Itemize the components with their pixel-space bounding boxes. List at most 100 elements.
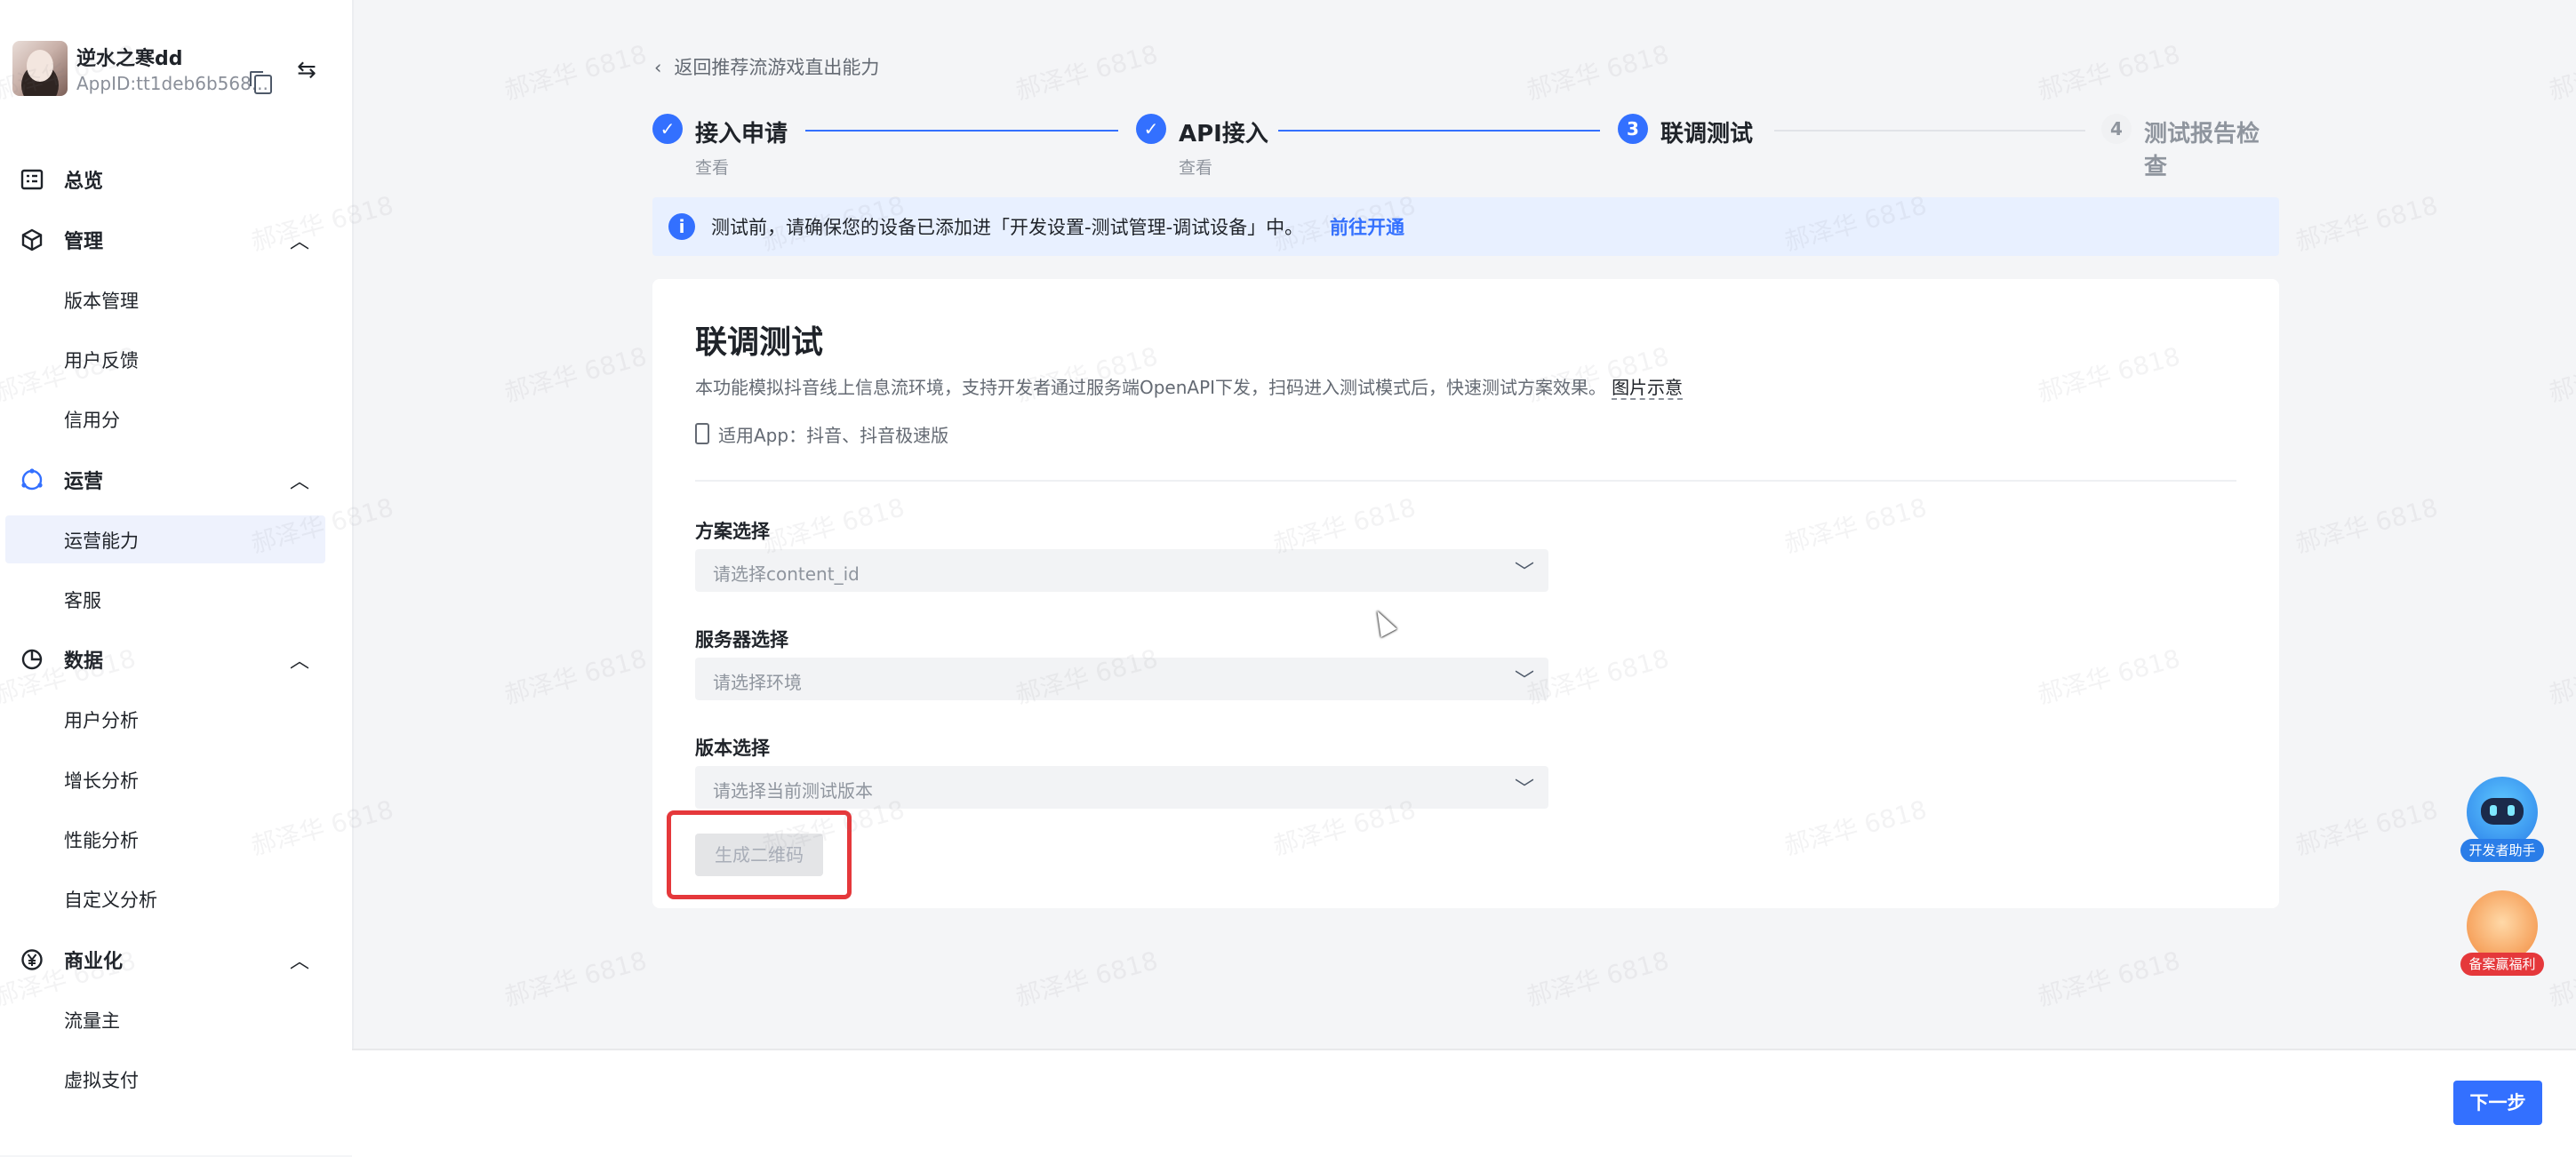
pie-chart-icon [21, 649, 43, 670]
select-placeholder: 请选择环境 [713, 672, 802, 693]
sidebar-item-label: 运营能力 [64, 531, 139, 552]
sidebar-group-operation[interactable]: 运营 ︿ [0, 455, 352, 505]
watermark-text: 郝泽华 6818 [500, 39, 651, 106]
watermark-text: 郝泽华 6818 [1523, 39, 1673, 106]
sidebar-item-traffic-master[interactable]: 流量主 [5, 995, 325, 1043]
sidebar-group-data[interactable]: 数据 ︿ [0, 634, 352, 684]
gift-widget[interactable]: 备案赢福利 [2460, 890, 2544, 976]
assistant-label: 开发者助手 [2460, 839, 2544, 862]
stepper: ✓ 接入申请 查看 ✓ API接入 查看 3 联调测试 4 测试报告检查 [652, 112, 2279, 183]
account-switcher[interactable]: 逆水之寒dd AppID:tt1deb6b568... ⇆ [12, 41, 341, 103]
field-label: 版本选择 [695, 738, 770, 759]
sidebar-item-label: 信用分 [64, 410, 120, 431]
sidebar-item-custom-analysis[interactable]: 自定义分析 [5, 874, 325, 922]
developer-assistant-widget[interactable]: 开发者助手 [2460, 777, 2544, 862]
watermark-text: 郝泽华 6818 [1012, 946, 1162, 1012]
back-link-label: 返回推荐流游戏直出能力 [674, 57, 880, 78]
sidebar-item-customer-service[interactable]: 客服 [5, 575, 325, 623]
gift-label: 备案赢福利 [2460, 953, 2544, 976]
watermark-text: 郝泽华 6818 [2545, 39, 2576, 106]
chevron-up-icon[interactable]: ︿ [290, 645, 309, 674]
sidebar: 逆水之寒dd AppID:tt1deb6b568... ⇆ 总览 管理 ︿ 版本… [0, 0, 354, 1155]
watermark-text: 郝泽华 6818 [2545, 643, 2576, 710]
watermark-text: 郝泽华 6818 [2034, 39, 2184, 106]
chevron-up-icon[interactable]: ︿ [290, 466, 309, 494]
watermark-text: 郝泽华 6818 [2545, 341, 2576, 408]
field-label: 服务器选择 [695, 629, 788, 650]
watermark-text: 郝泽华 6818 [2292, 794, 2442, 861]
copy-icon[interactable] [250, 71, 272, 94]
watermark-text: 郝泽华 6818 [500, 946, 651, 1012]
notice-banner: i 测试前，请确保您的设备已添加进「开发设置-测试管理-调试设备」中。 前往开通 [652, 197, 2279, 256]
step-view-link[interactable]: 查看 [1179, 155, 1212, 179]
chevron-left-icon: ‹ [654, 57, 662, 78]
sidebar-item-label: 增长分析 [64, 770, 139, 792]
watermark-text: 郝泽华 6818 [2545, 946, 2576, 1012]
watermark-text: 郝泽华 6818 [1012, 39, 1162, 106]
phone-icon [695, 423, 709, 444]
overview-icon [20, 169, 44, 190]
select-placeholder: 请选择content_id [713, 563, 860, 585]
image-demo-link[interactable]: 图片示意 [1612, 377, 1684, 400]
chevron-up-icon[interactable]: ︿ [290, 226, 309, 254]
sidebar-item-growth-analysis[interactable]: 增长分析 [5, 755, 325, 803]
next-step-button[interactable]: 下一步 [2453, 1081, 2542, 1125]
sidebar-item-credit[interactable]: 信用分 [5, 395, 325, 443]
check-icon: ✓ [1136, 114, 1166, 144]
chevron-down-icon: ﹀ [1514, 778, 1534, 801]
chevron-up-icon[interactable]: ︿ [290, 946, 309, 974]
sidebar-item-label: 版本管理 [64, 291, 139, 312]
step-title: API接入 [1179, 121, 1268, 148]
sidebar-item-feedback[interactable]: 用户反馈 [5, 335, 325, 383]
version-select[interactable]: 请选择当前测试版本 ﹀ [695, 766, 1548, 809]
sidebar-item-performance-analysis[interactable]: 性能分析 [5, 815, 325, 863]
notice-text: 测试前，请确保您的设备已添加进「开发设置-测试管理-调试设备」中。 [711, 217, 1304, 238]
chevron-down-icon: ﹀ [1514, 562, 1534, 584]
server-select[interactable]: 请选择环境 ﹀ [695, 658, 1548, 700]
app-applicability: 适用App：抖音、抖音极速版 [695, 421, 948, 447]
step-title: 联调测试 [1660, 121, 1754, 148]
back-link[interactable]: ‹ 返回推荐流游戏直出能力 [654, 53, 879, 80]
watermark-text: 郝泽华 6818 [2034, 946, 2184, 1012]
sidebar-group-manage[interactable]: 管理 ︿ [0, 215, 352, 265]
sidebar-item-label: 用户分析 [64, 710, 139, 731]
sidebar-item-label: 性能分析 [64, 830, 139, 851]
app-applicability-text: 适用App：抖音、抖音极速版 [718, 425, 949, 446]
highlight-annotation [667, 810, 852, 899]
sidebar-item-version[interactable]: 版本管理 [5, 275, 325, 323]
sidebar-group-commerce[interactable]: 商业化 ︿ [0, 935, 352, 985]
sidebar-group-label: 商业化 [64, 951, 124, 973]
sidebar-item-label: 用户反馈 [64, 350, 139, 371]
sidebar-item-virtual-payment[interactable]: 虚拟支付 [5, 1055, 325, 1103]
watermark-text: 郝泽华 6818 [1523, 946, 1673, 1012]
watermark-text: 郝泽华 6818 [2292, 492, 2442, 559]
sidebar-item-operation-ability[interactable]: 运营能力 [5, 515, 325, 563]
sidebar-group-label: 管理 [64, 231, 104, 253]
avatar [12, 41, 68, 96]
sidebar-item-label: 虚拟支付 [64, 1070, 139, 1091]
watermark-text: 郝泽华 6818 [500, 341, 651, 408]
watermark-text: 郝泽华 6818 [500, 643, 651, 710]
field-label: 方案选择 [695, 521, 770, 542]
step-connector [1774, 130, 2085, 132]
chevron-down-icon: ﹀ [1514, 670, 1534, 692]
divider [695, 480, 2236, 482]
sidebar-item-label: 总览 [64, 171, 104, 193]
sidebar-item-label: 自定义分析 [64, 890, 157, 911]
info-icon: i [668, 213, 695, 240]
switch-icon[interactable]: ⇆ [297, 57, 316, 84]
robot-icon [2467, 777, 2538, 848]
step-view-link[interactable]: 查看 [695, 155, 729, 179]
plan-select[interactable]: 请选择content_id ﹀ [695, 549, 1548, 592]
sidebar-item-user-analysis[interactable]: 用户分析 [5, 695, 325, 743]
footer-bar [352, 1049, 2576, 1157]
test-card: 联调测试 本功能模拟抖音线上信息流环境，支持开发者通过服务端OpenAPI下发，… [652, 279, 2279, 908]
sidebar-item-label: 客服 [64, 590, 101, 611]
account-name: 逆水之寒dd [76, 48, 183, 70]
notice-open-link[interactable]: 前往开通 [1330, 213, 1404, 240]
yen-icon [21, 949, 43, 970]
card-description: 本功能模拟抖音线上信息流环境，支持开发者通过服务端OpenAPI下发，扫码进入测… [695, 373, 1684, 400]
sidebar-item-overview[interactable]: 总览 [0, 155, 352, 204]
step-title: 测试报告检查 [2144, 121, 2260, 180]
sidebar-group-label: 数据 [64, 650, 104, 673]
